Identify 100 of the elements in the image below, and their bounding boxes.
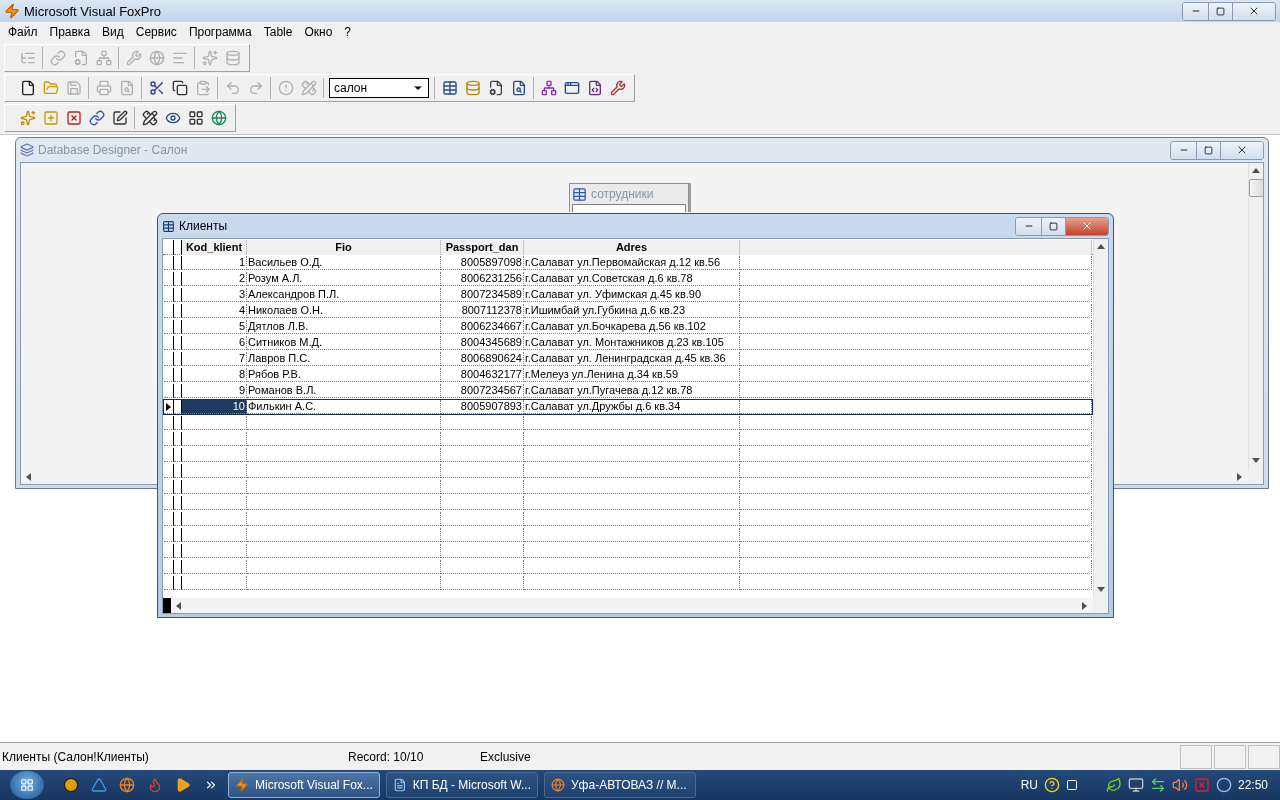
table-cell: Филькин А.С.	[247, 400, 441, 414]
maximize-button[interactable]	[1197, 141, 1221, 159]
table-row[interactable]: 4 Николаев О.Н. 8007112378 г.Ишимбай ул.Губкина д.6 кв.23	[163, 303, 1093, 319]
database-combo[interactable]: салон	[329, 78, 429, 98]
menu-item[interactable]: Окно	[298, 25, 339, 39]
network-icon	[95, 50, 112, 66]
column-header[interactable]: Kod_klient	[182, 240, 247, 255]
flame-icon	[147, 777, 163, 793]
speaker-icon[interactable]	[1171, 777, 1188, 793]
table-cell: 8005907893	[441, 400, 524, 414]
vertical-scrollbar[interactable]	[1248, 163, 1263, 469]
table-row[interactable]: 8 Рябов Р.В. 8004632177 г.Мелеуз ул.Ленина д.34 кв.59	[163, 367, 1093, 383]
chevrons-right-icon	[204, 778, 218, 792]
record-selector[interactable]	[164, 336, 174, 350]
delete-mark-cell[interactable]	[174, 336, 182, 350]
file-search-icon	[118, 80, 135, 96]
menu-item[interactable]: Файл	[2, 25, 44, 39]
record-selector[interactable]	[164, 352, 174, 366]
leaf-icon[interactable]	[1105, 777, 1122, 793]
vertical-scrollbar[interactable]	[1093, 239, 1108, 598]
table-cell: 2	[182, 272, 247, 286]
scroll-down-arrow[interactable]	[1252, 457, 1260, 465]
delete-mark-cell[interactable]	[174, 368, 182, 382]
folder-icon	[42, 80, 59, 96]
taskbar-task[interactable]: Microsoft Visual Fox...	[228, 772, 380, 798]
horizontal-scrollbar[interactable]	[163, 598, 1093, 613]
table-cell: Лавров П.С.	[247, 352, 441, 366]
delete-mark-cell[interactable]	[174, 272, 182, 286]
record-selector[interactable]	[164, 384, 174, 398]
monitor-icon[interactable]	[1127, 777, 1144, 793]
table-row[interactable]: 3 Александров П.Л. 8007234589 г.Салават ул. Уфимская д.45 кв.90	[163, 287, 1093, 303]
menu-item[interactable]: Сервис	[129, 25, 183, 39]
scroll-right-arrow[interactable]	[1081, 601, 1089, 610]
record-selector[interactable]	[164, 272, 174, 286]
table-cell: Рябов Р.В.	[247, 368, 441, 382]
maximize-button[interactable]	[1209, 2, 1233, 20]
circle-icon[interactable]	[1215, 777, 1232, 793]
delete-mark-cell[interactable]	[174, 400, 182, 414]
record-selector[interactable]	[164, 256, 174, 270]
scroll-down-arrow[interactable]	[1097, 586, 1105, 594]
table-icon	[572, 186, 587, 202]
scroll-right-arrow[interactable]	[1236, 472, 1244, 481]
windows-logo-icon	[20, 778, 34, 792]
scroll-up-arrow[interactable]	[1252, 167, 1260, 175]
scroll-left-arrow[interactable]	[175, 601, 183, 610]
record-selector[interactable]	[164, 320, 174, 334]
help-icon[interactable]	[1043, 777, 1060, 793]
arrows-icon[interactable]	[1149, 777, 1166, 793]
delete-mark-cell[interactable]	[174, 304, 182, 318]
clock[interactable]: 22:50	[1237, 778, 1268, 792]
square-icon[interactable]	[1065, 779, 1078, 791]
table-row[interactable]: 10 Филькин А.С. 8005907893 г.Салават ул.Дружбы д.6 кв.34	[163, 399, 1093, 415]
delete-mark-cell[interactable]	[174, 288, 182, 302]
table-row[interactable]: 1 Васильев О.Д. 8005897098 г.Салават ул.Первомайская д.12 кв.56	[163, 255, 1093, 271]
table-cell: г.Салават ул.Бочкарева д.56 кв.102	[524, 320, 740, 334]
scroll-up-arrow[interactable]	[1097, 243, 1105, 251]
menu-item[interactable]: Table	[257, 25, 299, 39]
column-header[interactable]: Fio	[247, 240, 441, 255]
delete-mark-cell[interactable]	[174, 384, 182, 398]
close-icon	[1248, 5, 1260, 17]
language-indicator[interactable]: RU	[1020, 778, 1038, 792]
table-cell: г.Салават ул.Дружбы д.6 кв.34	[524, 400, 740, 414]
table-row[interactable]: 5 Дятлов Л.В. 8006234667 г.Салават ул.Бочкарева д.56 кв.102	[163, 319, 1093, 335]
taskbar-task[interactable]: Уфа-АВТОВАЗ // М...	[544, 772, 696, 798]
scroll-left-arrow[interactable]	[25, 472, 33, 481]
record-selector[interactable]	[164, 288, 174, 302]
table-cell: г.Салават ул. Ленинградская д.45 кв.36	[524, 352, 740, 366]
minimize-button[interactable]	[1016, 217, 1042, 235]
table-row[interactable]: 6 Ситников М.Д. 8004345689 г.Салават ул. Монтажников д.23 кв.105	[163, 335, 1093, 351]
record-selector[interactable]	[164, 400, 174, 414]
close-button[interactable]	[1233, 2, 1275, 20]
table-row[interactable]: 2 Розум А.Л. 8006231256 г.Салават ул.Советская д.6 кв.78	[163, 271, 1093, 287]
menu-item[interactable]: ?	[338, 25, 357, 39]
table-row[interactable]: 7 Лавров П.С. 8006890624 г.Салават ул. Ленинградская д.45 кв.36	[163, 351, 1093, 367]
align-left-icon	[171, 50, 188, 66]
menu-item[interactable]: Вид	[96, 25, 130, 39]
menu-item[interactable]: Правка	[43, 25, 97, 39]
record-selector[interactable]	[164, 304, 174, 318]
delete-mark-cell[interactable]	[174, 320, 182, 334]
minimize-button[interactable]	[1171, 141, 1197, 159]
table-cell: 3	[182, 288, 247, 302]
column-header[interactable]: Adres	[524, 240, 740, 255]
status-alias: Клиенты (Салон!Клиенты)	[1, 749, 150, 764]
lightning-icon	[4, 3, 20, 19]
taskbar-task[interactable]: КП БД - Microsoft W...	[386, 772, 538, 798]
minimize-button[interactable]	[1183, 2, 1209, 20]
maximize-button[interactable]	[1042, 217, 1066, 235]
scroll-thumb[interactable]	[1248, 179, 1264, 197]
link-icon	[49, 50, 66, 66]
table-cell: 8007234567	[441, 384, 524, 398]
delete-mark-cell[interactable]	[174, 256, 182, 270]
column-header[interactable]: Passport_dan	[441, 240, 524, 255]
delete-mark-cell[interactable]	[174, 352, 182, 366]
menu-item[interactable]: Программа	[182, 25, 258, 39]
start-button[interactable]	[10, 771, 44, 799]
record-selector[interactable]	[164, 368, 174, 382]
table-cell: 9	[182, 384, 247, 398]
table-cell: г.Салават ул. Уфимская д.45 кв.90	[524, 288, 740, 302]
close-button[interactable]	[1221, 141, 1263, 159]
table-row[interactable]: 9 Романов В.Л. 8007234567 г.Салават ул.Пугачева д.12 кв.78	[163, 383, 1093, 399]
